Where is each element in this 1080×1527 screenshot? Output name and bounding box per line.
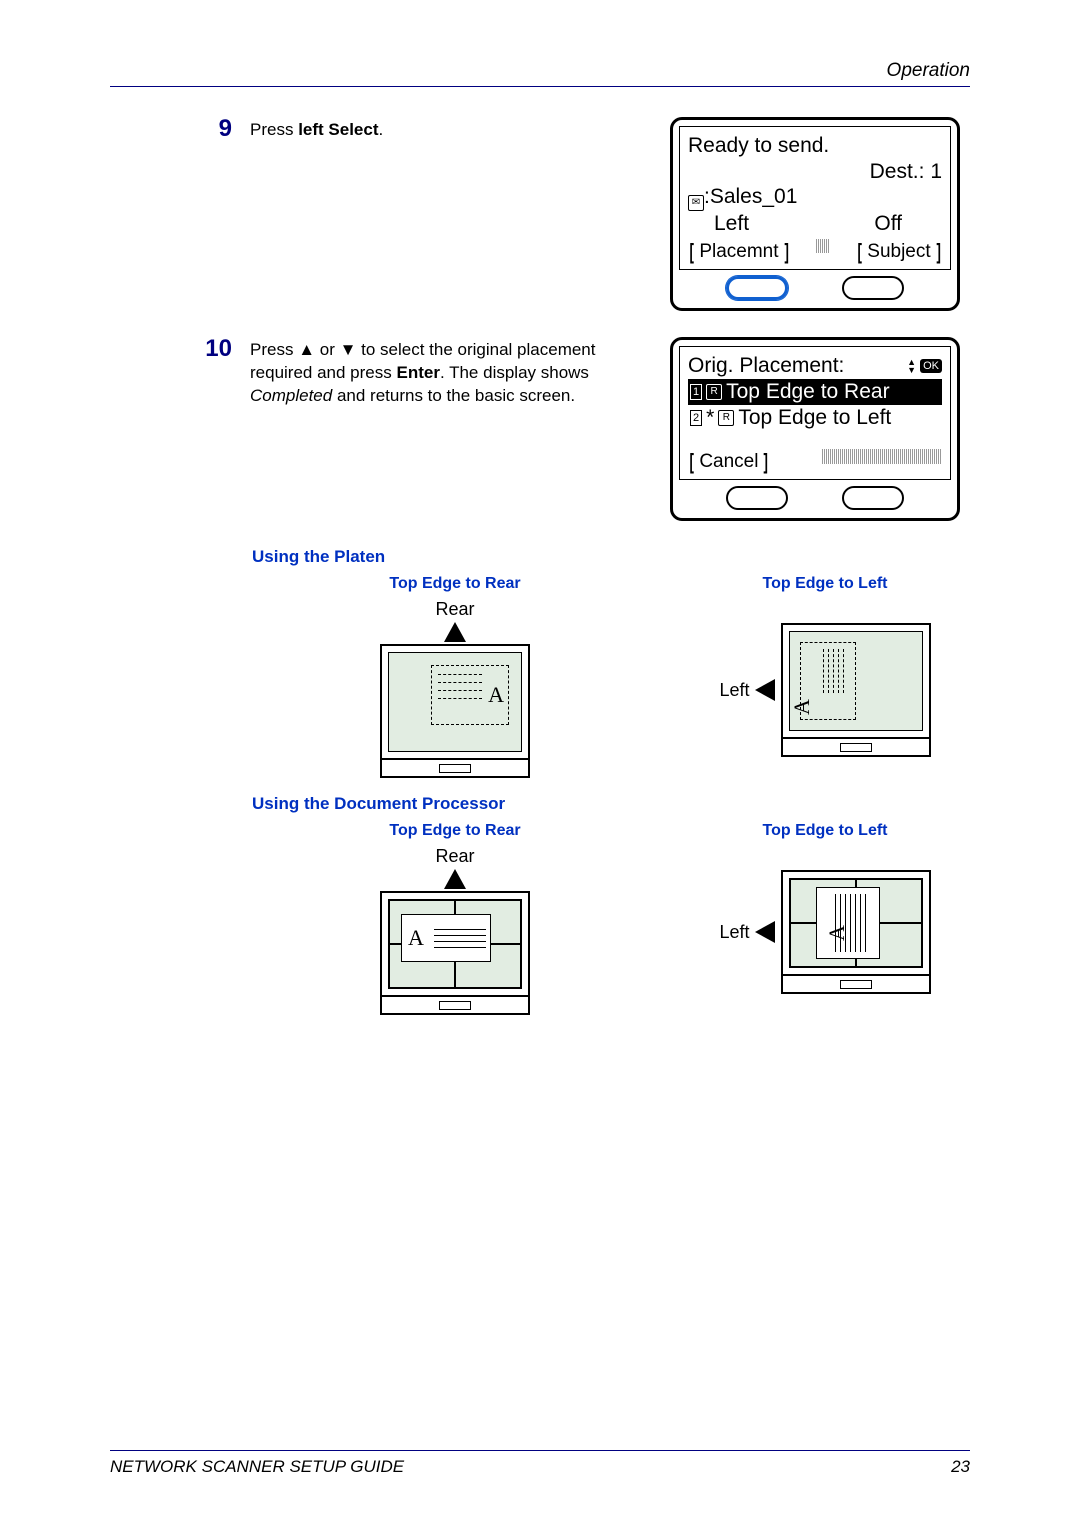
option-num: 2 (690, 410, 702, 426)
rear-label: Rear (315, 599, 595, 620)
bold-text: Enter (396, 363, 439, 382)
orient-icon: R (706, 384, 722, 400)
right-select-button[interactable] (842, 486, 904, 510)
lcd-line1: Ready to send. (688, 134, 829, 158)
arrow-up-icon (444, 622, 466, 642)
scanner-front (783, 974, 929, 992)
paper-outline: A (816, 887, 880, 959)
docproc-glass: A (388, 899, 522, 989)
diagram-title: Top Edge to Rear (315, 575, 595, 593)
right-select-button[interactable] (842, 276, 904, 300)
arrow-left-icon (755, 921, 775, 943)
updown-icon: ▲▼ (907, 358, 916, 374)
left-label: Left (719, 679, 774, 701)
text: . The display shows (440, 363, 589, 382)
text: Press (250, 340, 298, 359)
platen-scanner: A (781, 623, 931, 757)
docproc-scanner: A (380, 891, 530, 1015)
platen-glass: A (789, 631, 923, 731)
left-select-button[interactable] (726, 276, 788, 300)
off-label: Off (874, 212, 902, 236)
softkey-subject[interactable]: [Subject] (856, 239, 942, 265)
docproc-diagrams: Top Edge to Rear Rear A Top Edge to Le (315, 822, 970, 1015)
diagram-title: Top Edge to Left (685, 822, 965, 840)
a-letter: A (408, 925, 424, 951)
option-top-edge-rear[interactable]: 1 R Top Edge to Rear (688, 379, 942, 405)
docproc-scanner: A (781, 870, 931, 994)
paper-outline: A (431, 665, 509, 725)
asterisk: * (706, 406, 714, 430)
platen-diagrams: Top Edge to Rear Rear A Top Edge to Left (315, 575, 970, 778)
subhead-docproc: Using the Document Processor (252, 794, 970, 814)
softkey-cancel[interactable]: [Cancel] (688, 449, 770, 475)
step-text: Press ▲ or ▼ to select the original plac… (250, 337, 650, 521)
step-10: 10 Press ▲ or ▼ to select the original p… (110, 337, 970, 521)
left-label: Left (719, 921, 774, 943)
hatch-icon (816, 239, 830, 253)
softkey-placement[interactable]: [Placemnt] (688, 239, 790, 265)
bold-text: left Select (298, 120, 378, 139)
left-select-button[interactable] (726, 486, 788, 510)
dest-label: Dest.: (870, 160, 925, 183)
lcd-screen-placement: Orig. Placement: ▲▼ OK 1 R Top Edge to R… (670, 337, 960, 521)
page-number: 23 (951, 1457, 970, 1477)
page-footer: NETWORK SCANNER SETUP GUIDE 23 (110, 1450, 970, 1477)
lcd-screen-ready: Ready to send. Dest.: 1 ✉:Sales_01 Left … (670, 117, 960, 311)
arrow-left-icon (755, 679, 775, 701)
placement-title: Orig. Placement: (688, 354, 844, 378)
option-num: 1 (690, 384, 702, 400)
step-9: 9 Press left Select. Ready to send. Dest… (110, 117, 970, 311)
scanner-front (382, 995, 528, 1013)
platen-glass: A (388, 652, 522, 752)
paper-outline: A (800, 642, 856, 720)
section-header: Operation (110, 60, 970, 87)
italic-text: Completed (250, 386, 332, 405)
contact-icon: ✉ (688, 195, 704, 211)
sk-label: Placemnt (699, 241, 778, 263)
arrow-up-icon (444, 869, 466, 889)
option-top-edge-left[interactable]: 2* R Top Edge to Left (688, 405, 942, 431)
a-letter: A (488, 682, 504, 708)
footer-title: NETWORK SCANNER SETUP GUIDE (110, 1457, 404, 1477)
text: or (315, 340, 340, 359)
scanner-front (382, 758, 528, 776)
dest-value: 1 (930, 160, 942, 183)
scanner-front (783, 737, 929, 755)
step-number: 10 (110, 337, 250, 521)
paper-outline: A (401, 914, 491, 962)
subhead-platen: Using the Platen (252, 547, 970, 567)
a-letter: A (789, 699, 815, 715)
orient-icon: R (718, 410, 734, 426)
left-label: Left (714, 212, 749, 236)
option-label: Top Edge to Rear (726, 380, 889, 404)
docproc-glass: A (789, 878, 923, 968)
diagram-title: Top Edge to Left (685, 575, 965, 593)
text: . (379, 120, 384, 139)
rear-label: Rear (315, 846, 595, 867)
step-text: Press left Select. (250, 117, 650, 311)
text: and returns to the basic screen. (332, 386, 575, 405)
option-label: Top Edge to Left (738, 406, 891, 430)
hatch-bar (822, 449, 942, 464)
text: Press (250, 120, 298, 139)
up-arrow-icon: ▲ (298, 340, 315, 359)
contact-name: :Sales_01 (704, 185, 797, 208)
down-arrow-icon: ▼ (340, 340, 357, 359)
sk-label: Cancel (699, 451, 758, 473)
platen-scanner: A (380, 644, 530, 778)
sk-label: Subject (867, 241, 930, 263)
diagram-title: Top Edge to Rear (315, 822, 595, 840)
step-number: 9 (110, 117, 250, 311)
ok-icon: OK (920, 359, 942, 373)
